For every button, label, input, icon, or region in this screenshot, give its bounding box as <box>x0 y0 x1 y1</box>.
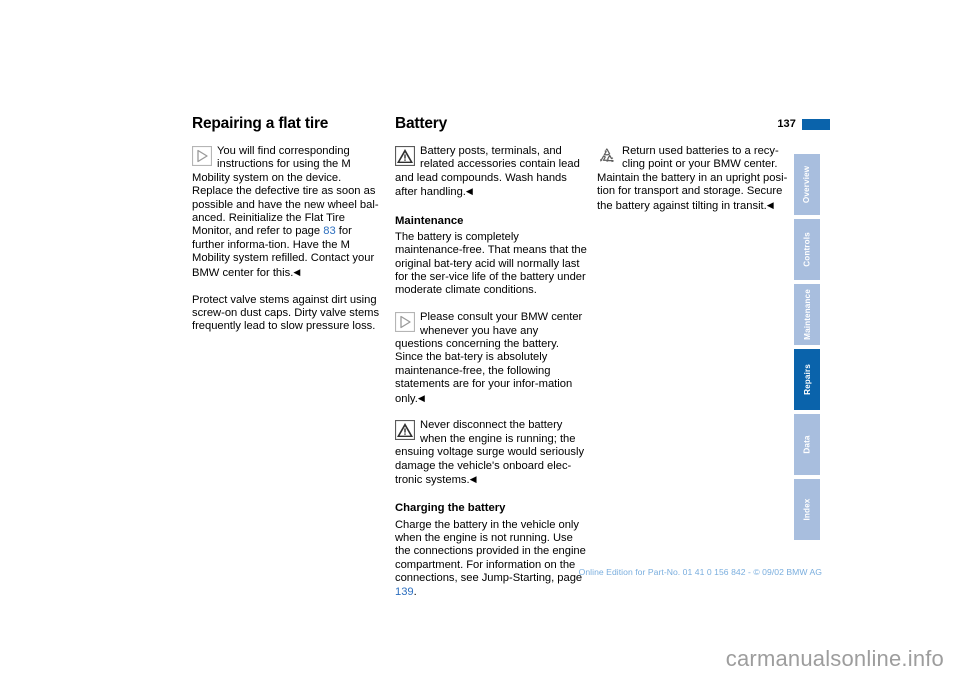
tab-label: Repairs <box>802 364 812 395</box>
tab-data[interactable]: Data <box>793 413 821 476</box>
subsection-title-charging-battery: Charging the battery <box>395 502 506 515</box>
paragraph-part-2: . <box>413 585 417 598</box>
column-left: Repairing a flat tire You will find corr… <box>192 115 385 334</box>
tab-repairs[interactable]: Repairs <box>793 348 821 411</box>
column-middle: Battery Battery posts, terminals, and re… <box>395 115 588 599</box>
warning-triangle-icon <box>395 146 415 167</box>
note-pointer-icon <box>192 146 212 167</box>
note-block-never-disconnect: Never disconnect the battery when the en… <box>395 419 588 487</box>
tab-maintenance[interactable]: Maintenance <box>793 283 821 346</box>
page-marker-bar <box>802 118 830 130</box>
note-text-battery-posts: Battery posts, terminals, and related ac… <box>395 145 588 200</box>
note-endmark: ◀ <box>766 199 774 210</box>
note-block-m-mobility: You will find corresponding instructions… <box>192 145 385 280</box>
note-text-body: Return used batteries to a recy-cling po… <box>597 145 788 212</box>
footer-online-edition: Online Edition for Part-No. 01 41 0 156 … <box>578 567 822 577</box>
note-text-never-disconnect: Never disconnect the battery when the en… <box>395 419 588 487</box>
paragraph-charging-battery: Charge the battery in the vehicle only w… <box>395 519 588 599</box>
tab-label: Maintenance <box>802 289 812 340</box>
column-right: Return used batteries to a recy-cling po… <box>597 115 790 226</box>
note-text-consult-bmw: Please consult your BMW center whenever … <box>395 311 588 406</box>
note-block-recycling: Return used batteries to a recy-cling po… <box>597 145 790 213</box>
note-pointer-icon <box>395 312 415 333</box>
note-text-m-mobility: You will find corresponding instructions… <box>192 145 385 280</box>
site-watermark: carmanualsonline.info <box>725 646 944 671</box>
note-endmark: ◀ <box>465 186 473 197</box>
tab-index[interactable]: Index <box>793 478 821 541</box>
page-ref-83[interactable]: 83 <box>323 225 335 237</box>
tab-overview[interactable]: Overview <box>793 153 821 216</box>
note-text-recycling: Return used batteries to a recy-cling po… <box>597 145 790 213</box>
note-text-body: Never disconnect the battery when the en… <box>395 419 585 487</box>
note-text-body: Battery posts, terminals, and related ac… <box>395 145 580 199</box>
note-endmark: ◀ <box>293 266 301 277</box>
recycling-icon <box>597 146 617 166</box>
tab-label: Index <box>802 498 812 521</box>
tab-label: Data <box>802 435 812 454</box>
paragraph-valve-stems: Protect valve stems against dirt using s… <box>192 293 380 333</box>
note-block-battery-posts: Battery posts, terminals, and related ac… <box>395 145 588 200</box>
section-tab-strip: Overview Controls Maintenance Repairs Da… <box>793 153 821 543</box>
paragraph-maintenance-free: The battery is completely maintenance-fr… <box>395 230 587 297</box>
manual-page: 137 Repairing a flat tire You will find … <box>0 0 960 678</box>
tab-label: Controls <box>802 232 812 267</box>
note-endmark: ◀ <box>417 392 425 403</box>
section-title-repairing-flat-tire: Repairing a flat tire <box>192 115 329 132</box>
note-text-body: Please consult your BMW center whenever … <box>395 311 583 405</box>
note-endmark: ◀ <box>469 474 477 485</box>
tab-label: Overview <box>802 165 812 204</box>
warning-triangle-icon <box>395 420 415 441</box>
page-ref-139[interactable]: 139 <box>395 586 414 598</box>
subsection-title-maintenance: Maintenance <box>395 214 464 227</box>
section-title-battery: Battery <box>395 115 448 132</box>
tab-controls[interactable]: Controls <box>793 218 821 281</box>
note-block-consult-bmw: Please consult your BMW center whenever … <box>395 311 588 406</box>
note-text-part-1: You will find corresponding instructions… <box>192 145 379 238</box>
